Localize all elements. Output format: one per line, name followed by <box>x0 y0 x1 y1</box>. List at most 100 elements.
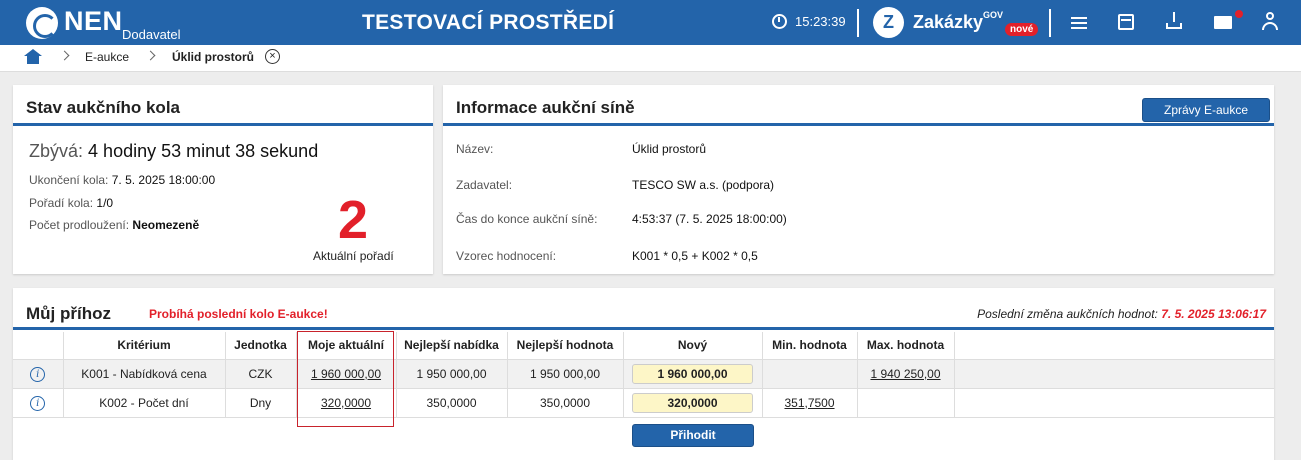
min-value-cell: 351,7500 <box>762 388 858 418</box>
criterion-cell: K001 - Nabídková cena <box>63 359 226 389</box>
mail-icon[interactable] <box>1214 16 1232 29</box>
table-header-row: Kritérium Jednotka Moje aktuální Nejlepš… <box>13 332 1274 360</box>
hall-name-label: Název: <box>456 142 494 156</box>
info-icon[interactable]: i <box>30 395 46 411</box>
table-header: Jednotka <box>225 332 297 360</box>
remaining-label: Zbývá: <box>29 141 84 161</box>
my-bid-panel: Můj příhoz Probíhá poslední kolo E-aukce… <box>13 288 1274 460</box>
divider <box>1049 9 1051 37</box>
session-clock: 15:23:39 <box>772 14 846 29</box>
filler-cell <box>954 388 1274 418</box>
filler-cell <box>954 359 1274 389</box>
environment-title: TESTOVACÍ PROSTŘEDÍ <box>362 11 615 34</box>
last-change: Poslední změna aukčních hodnot: 7. 5. 20… <box>977 307 1266 321</box>
table-header: Nejlepší nabídka <box>396 332 508 360</box>
round-order: Pořadí kola: 1/0 <box>29 196 113 210</box>
current-rank-label: Aktuální pořadí <box>313 249 394 263</box>
user-icon[interactable] <box>1262 12 1282 32</box>
my-current-cell: 1 960 000,00 <box>296 359 397 389</box>
hall-contracting-value: TESCO SW a.s. (podpora) <box>632 178 775 192</box>
table-header-info <box>13 332 64 360</box>
table-header: Nejlepší hodnota <box>507 332 624 360</box>
table-header: Nový <box>623 332 763 360</box>
last-change-label: Poslední změna aukčních hodnot: <box>977 307 1158 321</box>
home-icon[interactable] <box>24 49 42 64</box>
round-end-value: 7. 5. 2025 18:00:00 <box>111 173 216 187</box>
round-status-title: Stav aukčního kola <box>13 85 433 126</box>
round-end-label: Ukončení kola: <box>29 173 109 187</box>
menu-icon[interactable] <box>1071 14 1091 34</box>
extensions-label: Počet prodloužení: <box>29 218 130 232</box>
zakazky-logo-icon[interactable]: Z <box>873 7 904 38</box>
new-value-cell: 320,0000 <box>623 388 763 418</box>
last-round-warning: Probíhá poslední kolo E-aukce! <box>149 307 328 321</box>
round-status-panel: Stav aukčního kola Zbývá: 4 hodiny 53 mi… <box>13 85 433 274</box>
auction-hall-panel: Informace aukční síně Zprávy E-aukce Náz… <box>443 85 1274 274</box>
best-value-cell: 1 950 000,00 <box>507 359 624 389</box>
clock-icon <box>772 14 787 29</box>
criterion-cell: K002 - Počet dní <box>63 388 226 418</box>
bid-table: Kritérium Jednotka Moje aktuální Nejlepš… <box>13 332 1274 418</box>
extensions-value: Neomezeně <box>132 218 200 232</box>
min-value-link[interactable]: 351,7500 <box>784 396 834 410</box>
my-current-link[interactable]: 320,0000 <box>321 396 371 410</box>
new-value-cell: 1 960 000,00 <box>623 359 763 389</box>
hall-formula-label: Vzorec hodnocení: <box>456 249 557 263</box>
submit-bid-button[interactable]: Přihodit <box>632 424 754 447</box>
my-bid-title: Můj příhoz <box>26 304 111 323</box>
table-header: Kritérium <box>63 332 226 360</box>
info-icon[interactable]: i <box>30 366 46 382</box>
chevron-right-icon <box>59 50 70 61</box>
gov-label: GOV <box>983 10 1004 20</box>
current-rank: 2 <box>338 190 369 250</box>
best-offer-cell: 1 950 000,00 <box>396 359 508 389</box>
remaining-time: Zbývá: 4 hodiny 53 minut 38 sekund <box>29 141 318 162</box>
logo-subtitle: Dodavatel <box>122 27 181 42</box>
max-value-cell <box>857 388 955 418</box>
hall-time-value: 4:53:37 (7. 5. 2025 18:00:00) <box>632 212 787 226</box>
logo-text[interactable]: NEN <box>64 6 123 37</box>
hall-formula-value: K001 * 0,5 + K002 * 0,5 <box>632 249 758 263</box>
breadcrumb-item-e-aukce[interactable]: E-aukce <box>85 50 129 64</box>
divider <box>13 327 1274 330</box>
round-order-value: 1/0 <box>96 196 114 210</box>
new-badge: nové <box>1005 23 1039 36</box>
round-end: Ukončení kola: 7. 5. 2025 18:00:00 <box>29 173 215 187</box>
max-value-cell: 1 940 250,00 <box>857 359 955 389</box>
breadcrumb-item-current: Úklid prostorů <box>172 50 255 64</box>
unit-cell: Dny <box>225 388 297 418</box>
auction-messages-button[interactable]: Zprávy E-aukce <box>1142 98 1270 122</box>
my-current-cell: 320,0000 <box>296 388 397 418</box>
new-value-input[interactable]: 1 960 000,00 <box>632 363 753 384</box>
calendar-icon[interactable] <box>1118 14 1134 30</box>
best-offer-cell: 350,0000 <box>396 388 508 418</box>
table-header-filler <box>954 332 1274 360</box>
remaining-value: 4 hodiny 53 minut 38 sekund <box>88 141 319 161</box>
best-value-cell: 350,0000 <box>507 388 624 418</box>
zakazky-link[interactable]: Zakázky <box>913 12 983 33</box>
hall-name-value: Úklid prostorů <box>632 142 707 156</box>
my-current-link[interactable]: 1 960 000,00 <box>311 367 381 381</box>
info-cell: i <box>13 359 64 389</box>
info-cell: i <box>13 388 64 418</box>
hall-time-label: Čas do konce aukční síně: <box>456 212 598 226</box>
table-header: Min. hodnota <box>762 332 858 360</box>
round-order-label: Pořadí kola: <box>29 196 94 210</box>
unit-cell: CZK <box>225 359 297 389</box>
table-row: i K001 - Nabídková cena CZK 1 960 000,00… <box>13 359 1274 389</box>
last-change-value: 7. 5. 2025 13:06:17 <box>1161 307 1266 321</box>
close-icon[interactable]: × <box>265 49 280 64</box>
top-bar: NEN Dodavatel TESTOVACÍ PROSTŘEDÍ 15:23:… <box>0 0 1301 45</box>
table-header: Moje aktuální <box>296 332 397 360</box>
divider <box>857 9 859 37</box>
new-value-input[interactable]: 320,0000 <box>632 392 753 413</box>
download-icon[interactable] <box>1166 12 1186 32</box>
table-header: Max. hodnota <box>857 332 955 360</box>
nen-logo-icon[interactable] <box>26 7 58 39</box>
breadcrumb: E-aukce Úklid prostorů × <box>0 45 1301 72</box>
min-value-cell <box>762 359 858 389</box>
clock-time: 15:23:39 <box>795 14 846 29</box>
max-value-link[interactable]: 1 940 250,00 <box>870 367 940 381</box>
extensions: Počet prodloužení: Neomezeně <box>29 218 199 232</box>
hall-contracting-label: Zadavatel: <box>456 178 513 192</box>
